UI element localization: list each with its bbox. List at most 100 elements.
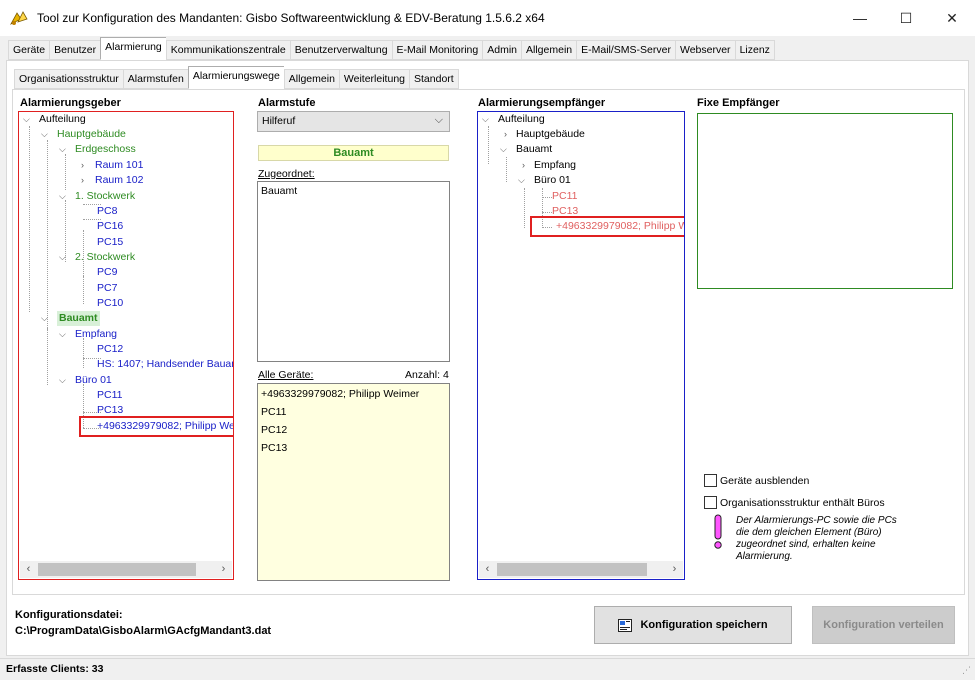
alarmstufe-selected: Hilferuf <box>262 115 296 127</box>
collapse-icon[interactable]: ⌵ <box>500 142 507 157</box>
scrollbar-thumb[interactable] <box>38 563 196 576</box>
tree-node-hauptgebaeude[interactable]: Hauptgebäude <box>516 127 585 142</box>
tree-node-handsender[interactable]: HS: 1407; Handsender Bauam <box>97 357 233 372</box>
tab-alarmierung[interactable]: Alarmierung <box>100 37 166 60</box>
tree-node-raum-101[interactable]: Raum 101 <box>95 158 143 173</box>
expand-icon[interactable]: › <box>522 158 525 173</box>
org-enthaelt-bueros-checkbox[interactable] <box>704 496 717 509</box>
list-item[interactable]: PC12 <box>261 424 287 436</box>
exclamation-icon <box>714 514 722 549</box>
tree-node-empfang[interactable]: Empfang <box>75 327 117 342</box>
tree-node-2-stockwerk[interactable]: 2. Stockwerk <box>75 250 135 265</box>
tree-node-raum-102[interactable]: Raum 102 <box>95 173 143 188</box>
tab-benutzerverwaltung[interactable]: Benutzerverwaltung <box>289 40 392 60</box>
scrollbar-thumb[interactable] <box>497 563 647 576</box>
tab-email-sms-server[interactable]: E-Mail/SMS-Server <box>576 40 675 60</box>
subtab-weiterleitung[interactable]: Weiterleitung <box>338 69 409 89</box>
tree-node-erdgeschoss[interactable]: Erdgeschoss <box>75 142 136 157</box>
subtab-alarmierungswege[interactable]: Alarmierungswege <box>187 66 284 89</box>
tree-node-pc8[interactable]: PC8 <box>97 204 117 219</box>
tree-node-bauamt[interactable]: Bauamt <box>516 142 552 157</box>
collapse-icon[interactable]: ⌵ <box>482 112 489 127</box>
main-tab-strip: Geräte Benutzer Alarmierung Kommunikatio… <box>8 37 775 60</box>
collapse-icon[interactable]: ⌵ <box>23 112 30 127</box>
tab-geraete[interactable]: Geräte <box>8 40 50 60</box>
highlight-box <box>79 416 233 437</box>
resize-grip-icon[interactable]: ⋰ <box>962 665 971 676</box>
title-bar: Tool zur Konfiguration des Mandanten: Gi… <box>0 0 975 36</box>
tab-email-monitoring[interactable]: E-Mail Monitoring <box>391 40 483 60</box>
alarmierungsempfaenger-label: Alarmierungsempfänger <box>478 97 606 109</box>
list-item[interactable]: Bauamt <box>261 185 297 197</box>
tab-lizenz[interactable]: Lizenz <box>734 40 775 60</box>
anzahl-count: Anzahl: 4 <box>405 369 449 381</box>
tree-node-pc12[interactable]: PC12 <box>97 342 123 357</box>
tree-node-pc10[interactable]: PC10 <box>97 296 123 311</box>
tree-node-pc9[interactable]: PC9 <box>97 265 117 280</box>
horizontal-scrollbar[interactable]: ‹ › <box>479 561 683 578</box>
geraete-ausblenden-label: Geräte ausblenden <box>720 474 810 487</box>
scroll-right-icon[interactable]: › <box>666 561 683 578</box>
konfig-label: Konfigurationsdatei: <box>15 609 123 621</box>
tree-node-buero-01[interactable]: Büro 01 <box>534 173 571 188</box>
tab-allgemein[interactable]: Allgemein <box>521 40 577 60</box>
alarmierungsgeber-tree[interactable]: ⌵ Aufteilung ⌵ Hauptgebäude ⌵ Erdgeschos… <box>18 111 234 580</box>
save-config-icon <box>618 618 633 632</box>
alle-geraete-label: Alle Geräte: <box>258 369 314 381</box>
list-item[interactable]: PC11 <box>261 406 287 418</box>
tab-webserver[interactable]: Webserver <box>674 40 735 60</box>
minimize-button[interactable]: — <box>837 0 883 36</box>
tree-node-pc11[interactable]: PC11 <box>97 388 123 403</box>
list-item[interactable]: +4963329979082; Philipp Weimer <box>261 388 419 400</box>
alarmstufe-dropdown[interactable]: Hilferuf ⌵ <box>257 111 450 132</box>
expand-icon[interactable]: › <box>81 158 84 173</box>
sub-tab-strip: Organisationsstruktur Alarmstufen Alarmi… <box>14 66 459 89</box>
scroll-left-icon[interactable]: ‹ <box>479 561 496 578</box>
maximize-button[interactable]: ☐ <box>883 0 929 36</box>
subtab-standort[interactable]: Standort <box>409 69 459 89</box>
zugeordnet-list[interactable]: Bauamt <box>257 181 450 362</box>
tree-node-aufteilung[interactable]: Aufteilung <box>498 112 545 127</box>
alle-geraete-list[interactable]: +4963329979082; Philipp Weimer PC11 PC12… <box>257 383 450 581</box>
tree-node-pc7[interactable]: PC7 <box>97 281 117 296</box>
alarmierungsempfaenger-tree[interactable]: ⌵ Aufteilung › Hauptgebäude ⌵ Bauamt › E… <box>477 111 685 580</box>
window-title: Tool zur Konfiguration des Mandanten: Gi… <box>37 11 545 25</box>
subtab-organisationsstruktur[interactable]: Organisationsstruktur <box>14 69 123 89</box>
collapse-icon[interactable]: ⌵ <box>41 127 48 142</box>
tree-node-pc11[interactable]: PC11 <box>552 189 578 204</box>
subtab-alarmstufen[interactable]: Alarmstufen <box>122 69 188 89</box>
tree-node-hauptgebaeude[interactable]: Hauptgebäude <box>57 127 126 142</box>
expand-icon[interactable]: › <box>504 127 507 142</box>
fixe-empfaenger-list[interactable] <box>697 113 953 289</box>
tab-admin[interactable]: Admin <box>482 40 522 60</box>
tree-node-pc15[interactable]: PC15 <box>97 235 123 250</box>
scroll-right-icon[interactable]: › <box>215 561 232 578</box>
tree-node-1-stockwerk[interactable]: 1. Stockwerk <box>75 189 135 204</box>
geraete-ausblenden-checkbox[interactable] <box>704 474 717 487</box>
tree-node-buero-01[interactable]: Büro 01 <box>75 373 112 388</box>
collapse-icon[interactable]: ⌵ <box>59 373 66 388</box>
horizontal-scrollbar[interactable]: ‹ › <box>20 561 232 578</box>
tree-node-pc16[interactable]: PC16 <box>97 219 123 234</box>
tab-kommunikationszentrale[interactable]: Kommunikationszentrale <box>165 40 290 60</box>
list-item[interactable]: PC13 <box>261 442 287 454</box>
close-button[interactable]: ✕ <box>929 0 975 36</box>
collapse-icon[interactable]: ⌵ <box>59 189 66 204</box>
collapse-icon[interactable]: ⌵ <box>518 173 525 188</box>
tree-node-aufteilung[interactable]: Aufteilung <box>39 112 86 127</box>
org-enthaelt-bueros-option[interactable]: Organisationsstruktur enthält Büros <box>704 496 885 509</box>
collapse-icon[interactable]: ⌵ <box>59 327 66 342</box>
scroll-left-icon[interactable]: ‹ <box>20 561 37 578</box>
subtab-allgemein[interactable]: Allgemein <box>283 69 339 89</box>
geraete-ausblenden-option[interactable]: Geräte ausblenden <box>704 474 809 487</box>
fixe-empfaenger-label: Fixe Empfänger <box>697 97 780 109</box>
tree-node-bauamt[interactable]: Bauamt <box>57 311 100 326</box>
save-config-button[interactable]: Konfiguration speichern <box>594 606 792 644</box>
expand-icon[interactable]: › <box>81 173 84 188</box>
tree-node-empfang[interactable]: Empfang <box>534 158 576 173</box>
collapse-icon[interactable]: ⌵ <box>59 142 66 157</box>
distribute-config-button[interactable]: Konfiguration verteilen <box>812 606 955 644</box>
tab-benutzer[interactable]: Benutzer <box>49 40 101 60</box>
collapse-icon[interactable]: ⌵ <box>41 311 48 326</box>
collapse-icon[interactable]: ⌵ <box>59 250 66 265</box>
